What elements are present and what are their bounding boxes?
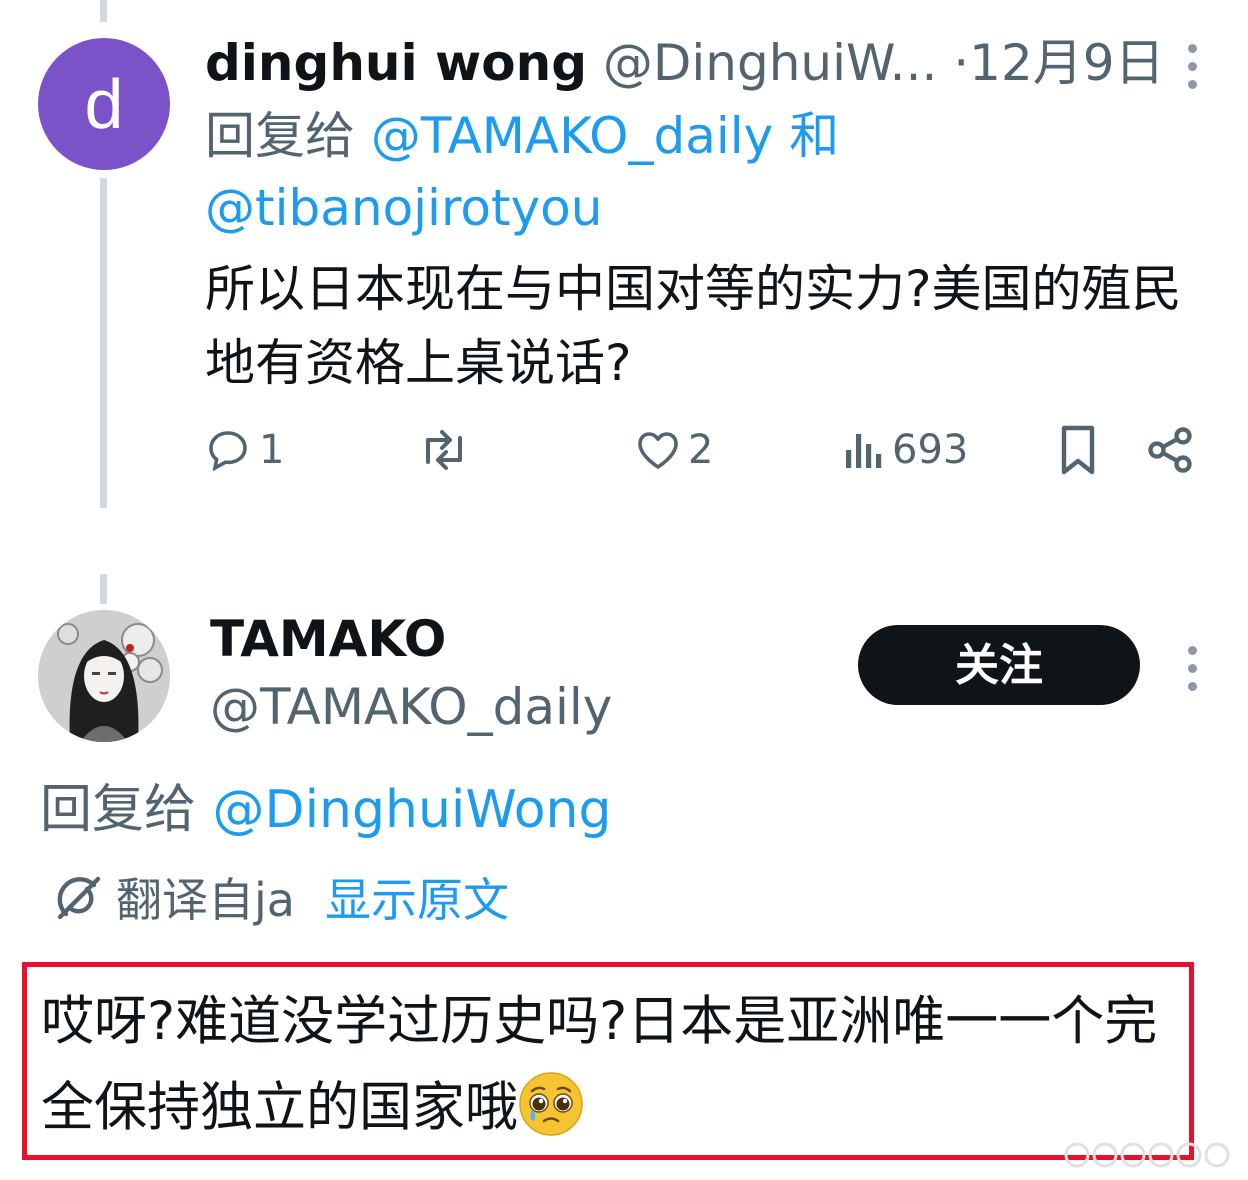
more-options-icon[interactable] [1188, 44, 1198, 98]
avatar[interactable]: d [38, 38, 170, 170]
watermark-dots [1064, 1142, 1230, 1168]
follow-button[interactable]: 关注 [858, 625, 1140, 705]
retweet-icon [426, 430, 462, 470]
display-name[interactable]: TAMAKO [210, 606, 446, 672]
tweet-text-content: 哎呀?难道没学过历史吗?日本是亚洲唯一一个完全保持独立的国家哦 [41, 991, 1158, 1138]
share-button[interactable] [1144, 420, 1196, 480]
reply-button[interactable]: 1 [205, 420, 284, 480]
thread-line-connector [100, 574, 107, 604]
bookmark-icon [1061, 425, 1095, 475]
reply-context: 回复给 @TAMAKO_daily 和 @tibanojirotyou [205, 100, 905, 244]
views-button[interactable]: 693 [842, 420, 968, 480]
highlight-box: 哎呀?难道没学过历史吗?日本是亚洲唯一一个完全保持独立的国家哦 [22, 962, 1194, 1160]
handle[interactable]: @DinghuiW... [603, 34, 937, 92]
show-original-link[interactable]: 显示原文 [325, 864, 509, 930]
views-icon [846, 434, 882, 468]
tweet-header: dinghui wong @DinghuiW... ·12月9日 [205, 28, 1165, 98]
views-count: 693 [892, 427, 969, 473]
translation-row: 翻译自ja 显示原文 [52, 862, 509, 932]
reply-context: 回复给 @DinghuiWong [40, 774, 612, 846]
like-button[interactable]: 2 [634, 420, 713, 480]
tweet-text: 所以日本现在与中国对等的实力?美国的殖民地有资格上桌说话? [205, 260, 1182, 392]
tweet-text: 哎呀?难道没学过历史吗?日本是亚洲唯一一个完全保持独立的国家哦 [41, 979, 1191, 1151]
tweet-date[interactable]: ·12月9日 [953, 34, 1164, 92]
mention-link[interactable]: @DinghuiWong [213, 780, 612, 840]
pleading-face-emoji [519, 1072, 583, 1136]
bookmark-button[interactable] [1054, 420, 1102, 480]
display-name[interactable]: dinghui wong [205, 34, 587, 92]
reply-icon [209, 431, 247, 472]
thread-line-top [100, 0, 107, 22]
translate-icon [57, 876, 101, 920]
mention-link[interactable]: @tibanojirotyou [205, 179, 602, 237]
handle[interactable]: @TAMAKO_daily [210, 674, 612, 740]
heart-icon [638, 432, 678, 469]
reply-count: 1 [259, 427, 285, 473]
translated-from-label: 翻译自ja [116, 873, 295, 927]
avatar[interactable] [38, 610, 170, 742]
like-count: 2 [688, 427, 714, 473]
reply-prefix: 回复给 [205, 107, 355, 165]
more-options-icon[interactable] [1188, 646, 1198, 700]
thread-line [100, 178, 107, 508]
reply-joiner[interactable]: 和 [789, 107, 839, 165]
retweet-button[interactable] [416, 420, 472, 480]
share-icon [1148, 427, 1192, 473]
reply-prefix: 回复给 [40, 780, 197, 840]
mention-link[interactable]: @TAMAKO_daily [371, 107, 773, 165]
